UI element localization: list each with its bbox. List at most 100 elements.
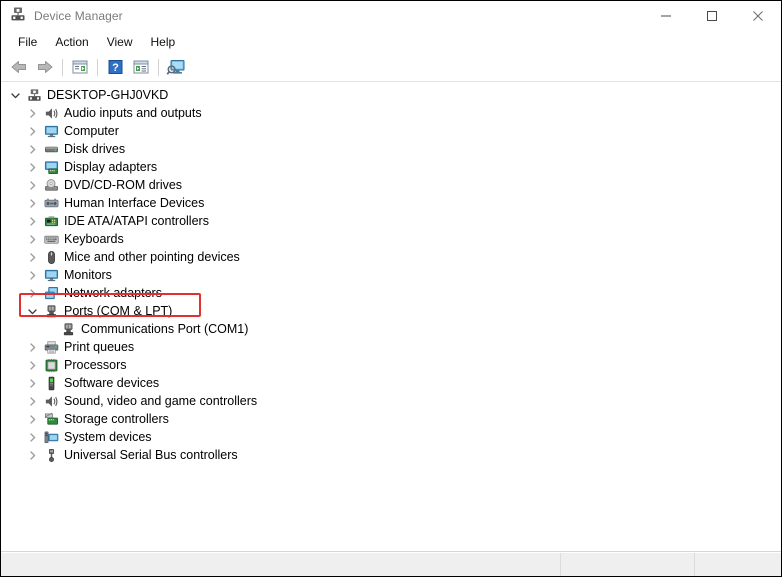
menu-item-view[interactable]: View bbox=[98, 33, 142, 51]
chevron-right-icon[interactable] bbox=[24, 108, 41, 119]
tree-label: Mice and other pointing devices bbox=[64, 250, 240, 264]
chevron-right-icon[interactable] bbox=[24, 126, 41, 137]
keyboard-icon bbox=[41, 232, 61, 247]
title-bar: Device Manager bbox=[1, 1, 781, 31]
status-cell-tertiary bbox=[695, 553, 781, 576]
update-driver-button[interactable] bbox=[128, 55, 154, 79]
chevron-right-icon[interactable] bbox=[24, 396, 41, 407]
menu-item-action[interactable]: Action bbox=[46, 33, 97, 51]
update-driver-icon bbox=[132, 59, 150, 75]
chevron-right-icon[interactable] bbox=[24, 360, 41, 371]
processor-icon bbox=[41, 358, 61, 373]
chevron-right-icon[interactable] bbox=[24, 252, 41, 263]
tree-row-software-devices[interactable]: Software devices bbox=[1, 374, 781, 392]
menu-item-file[interactable]: File bbox=[9, 33, 46, 51]
tree-label: Universal Serial Bus controllers bbox=[64, 448, 238, 462]
optical-drive-icon bbox=[41, 178, 61, 193]
disk-drive-icon bbox=[41, 142, 61, 157]
chevron-right-icon[interactable] bbox=[24, 270, 41, 281]
tree-row-network-adapters[interactable]: Network adapters bbox=[1, 284, 781, 302]
toolbar-separator-2 bbox=[97, 58, 98, 76]
hid-icon bbox=[41, 196, 61, 211]
chevron-down-icon[interactable] bbox=[24, 306, 41, 317]
tree-row-human-interface-devices[interactable]: Human Interface Devices bbox=[1, 194, 781, 212]
device-manager-icon bbox=[10, 6, 26, 27]
tree-row-root[interactable]: DESKTOP-GHJ0VKD bbox=[1, 86, 781, 104]
tree-row-system-devices[interactable]: System devices bbox=[1, 428, 781, 446]
tree-row-keyboards[interactable]: Keyboards bbox=[1, 230, 781, 248]
chevron-right-icon[interactable] bbox=[24, 414, 41, 425]
tree-label: Processors bbox=[64, 358, 127, 372]
tree-label: Disk drives bbox=[64, 142, 126, 156]
chevron-right-icon[interactable] bbox=[24, 288, 41, 299]
display-adapter-icon bbox=[41, 160, 61, 175]
tree-row-processors[interactable]: Processors bbox=[1, 356, 781, 374]
tree-label: Display adapters bbox=[64, 160, 158, 174]
chevron-right-icon[interactable] bbox=[24, 378, 41, 389]
tree-row-mice-and-other-pointing-devices[interactable]: Mice and other pointing devices bbox=[1, 248, 781, 266]
forward-button[interactable] bbox=[32, 55, 58, 79]
properties-button[interactable] bbox=[67, 55, 93, 79]
tree-label: Keyboards bbox=[64, 232, 124, 246]
tree-label: Communications Port (COM1) bbox=[81, 322, 249, 336]
svg-text:?: ? bbox=[112, 62, 119, 74]
port-icon bbox=[58, 322, 78, 337]
speaker-icon bbox=[41, 394, 61, 409]
tree-label: Print queues bbox=[64, 340, 135, 354]
tree-label: Ports (COM & LPT) bbox=[64, 304, 173, 318]
scan-hardware-icon bbox=[166, 59, 186, 76]
chevron-right-icon[interactable] bbox=[24, 198, 41, 209]
status-cell-secondary bbox=[561, 553, 695, 576]
minimize-button[interactable] bbox=[643, 1, 689, 31]
close-button[interactable] bbox=[735, 1, 781, 31]
tree-row-universal-serial-bus-controllers[interactable]: Universal Serial Bus controllers bbox=[1, 446, 781, 464]
chevron-right-icon[interactable] bbox=[24, 162, 41, 173]
tree-row-ports-com-and-lpt[interactable]: Ports (COM & LPT) bbox=[1, 302, 781, 320]
monitor-icon bbox=[41, 268, 61, 283]
tree-row-monitors[interactable]: Monitors bbox=[1, 266, 781, 284]
ide-controller-icon bbox=[41, 214, 61, 229]
tree-row-sound-video-and-game-controllers[interactable]: Sound, video and game controllers bbox=[1, 392, 781, 410]
tree-label-root: DESKTOP-GHJ0VKD bbox=[47, 88, 169, 102]
window-title: Device Manager bbox=[34, 9, 123, 23]
tree-label: Computer bbox=[64, 124, 119, 138]
tree-label: Sound, video and game controllers bbox=[64, 394, 258, 408]
tree-row-ide-ata-atapi-controllers[interactable]: IDE ATA/ATAPI controllers bbox=[1, 212, 781, 230]
tree-row-computer[interactable]: Computer bbox=[1, 122, 781, 140]
status-bar bbox=[1, 552, 781, 576]
chevron-down-icon[interactable] bbox=[7, 90, 24, 101]
back-button[interactable] bbox=[6, 55, 32, 79]
device-tree[interactable]: DESKTOP-GHJ0VKD Audio inputs and outputs bbox=[1, 82, 781, 551]
chevron-right-icon[interactable] bbox=[24, 450, 41, 461]
mouse-icon bbox=[41, 250, 61, 265]
system-device-icon bbox=[41, 430, 61, 445]
chevron-right-icon[interactable] bbox=[24, 144, 41, 155]
tree-label: IDE ATA/ATAPI controllers bbox=[64, 214, 209, 228]
chevron-right-icon[interactable] bbox=[24, 342, 41, 353]
tree-label: Network adapters bbox=[64, 286, 162, 300]
tree-label: Monitors bbox=[64, 268, 112, 282]
properties-icon bbox=[71, 59, 89, 75]
tree-label: Audio inputs and outputs bbox=[64, 106, 202, 120]
chevron-right-icon[interactable] bbox=[24, 216, 41, 227]
chevron-right-icon[interactable] bbox=[24, 180, 41, 191]
toolbar-separator-3 bbox=[158, 58, 159, 76]
tree-row-communications-port-com1[interactable]: Communications Port (COM1) bbox=[1, 320, 781, 338]
chevron-right-icon[interactable] bbox=[24, 234, 41, 245]
tree-row-display-adapters[interactable]: Display adapters bbox=[1, 158, 781, 176]
maximize-button[interactable] bbox=[689, 1, 735, 31]
usb-controller-icon bbox=[41, 448, 61, 463]
menu-item-help[interactable]: Help bbox=[142, 33, 185, 51]
network-adapter-icon bbox=[41, 286, 61, 301]
forward-arrow-icon bbox=[36, 59, 54, 75]
help-button[interactable]: ? bbox=[102, 55, 128, 79]
tree-row-disk-drives[interactable]: Disk drives bbox=[1, 140, 781, 158]
tree-row-storage-controllers[interactable]: Storage controllers bbox=[1, 410, 781, 428]
tree-label: DVD/CD-ROM drives bbox=[64, 178, 183, 192]
tree-row-audio-inputs-and-outputs[interactable]: Audio inputs and outputs bbox=[1, 104, 781, 122]
tree-row-dvd-cd-rom-drives[interactable]: DVD/CD-ROM drives bbox=[1, 176, 781, 194]
tree-row-print-queues[interactable]: Print queues bbox=[1, 338, 781, 356]
scan-hardware-changes-button[interactable] bbox=[163, 55, 189, 79]
chevron-right-icon[interactable] bbox=[24, 432, 41, 443]
storage-controller-icon bbox=[41, 412, 61, 427]
